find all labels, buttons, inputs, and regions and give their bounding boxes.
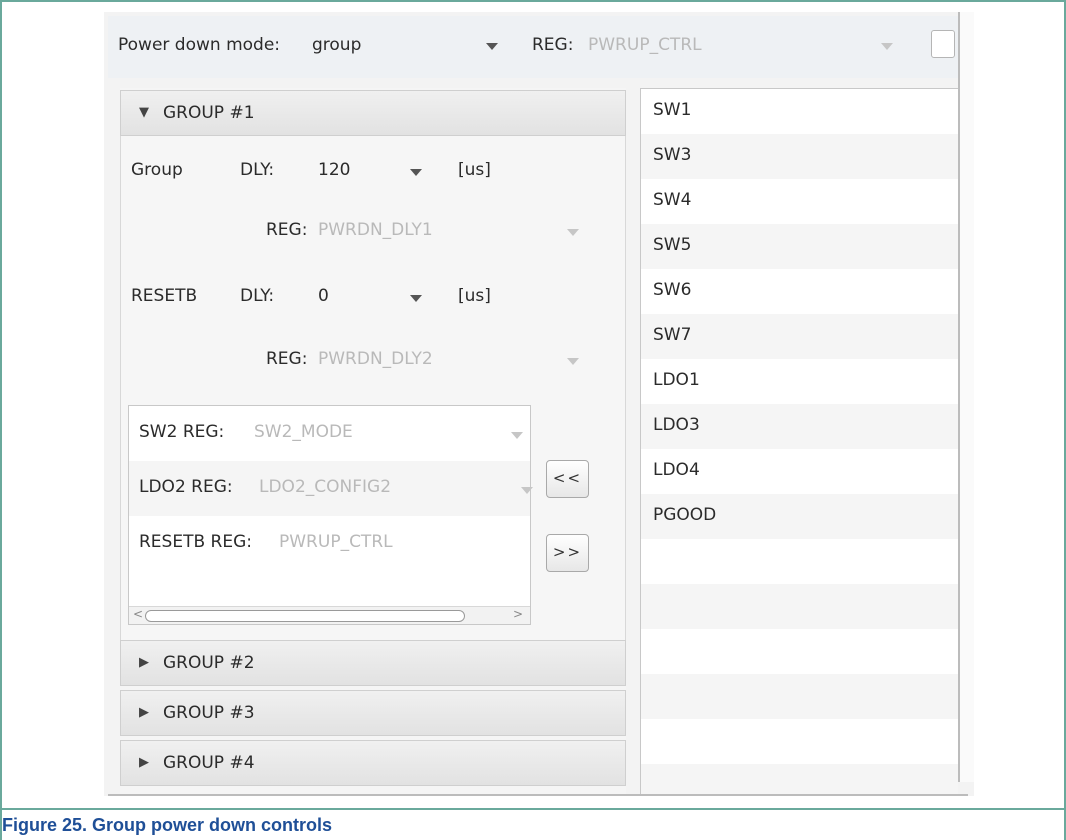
group-members-list: SW2 REG: SW2_MODE LDO2 REG: LDO2_CONFIG2… xyxy=(128,405,533,625)
chevron-down-icon[interactable] xyxy=(486,43,498,50)
reg-label: REG: xyxy=(532,35,574,55)
group-reg-select[interactable]: PWRDN_DLY1 xyxy=(318,220,433,240)
resetb-dly-label: DLY: xyxy=(240,286,275,306)
member-reg-select[interactable]: SW2_MODE xyxy=(254,422,353,442)
list-item[interactable]: RESETB REG: PWRUP_CTRL xyxy=(129,516,530,571)
list-item[interactable]: LDO2 REG: LDO2_CONFIG2 xyxy=(129,461,533,516)
group-4-header[interactable]: ▶ GROUP #4 xyxy=(120,740,626,786)
scroll-left-icon[interactable]: < xyxy=(133,607,143,621)
list-item[interactable]: SW1 xyxy=(641,89,958,134)
list-item[interactable]: LDO4 xyxy=(641,449,958,494)
list-item[interactable]: LDO3 xyxy=(641,404,958,449)
chevron-down-icon[interactable] xyxy=(511,432,523,439)
reg-select[interactable]: PWRUP_CTRL xyxy=(588,35,702,55)
group-reg-label: REG: xyxy=(266,220,308,240)
member-reg-select[interactable]: PWRUP_CTRL xyxy=(279,532,393,552)
group-3-header[interactable]: ▶ GROUP #3 xyxy=(120,690,626,736)
chevron-down-icon[interactable] xyxy=(521,487,533,494)
figure-caption: Figure 25. Group power down controls xyxy=(0,808,1066,840)
move-right-button[interactable]: >> xyxy=(546,534,589,572)
list-item[interactable]: SW5 xyxy=(641,224,958,269)
list-item[interactable]: PGOOD xyxy=(641,494,958,539)
chevron-down-icon[interactable] xyxy=(410,295,422,302)
list-item[interactable]: SW3 xyxy=(641,134,958,179)
scrollbar-thumb[interactable] xyxy=(145,610,465,622)
group-dly-select[interactable]: 120 xyxy=(318,160,350,180)
list-item-empty xyxy=(641,674,958,719)
resetb-reg-select[interactable]: PWRDN_DLY2 xyxy=(318,349,433,369)
chevron-down-icon[interactable] xyxy=(567,358,579,365)
group-dly-unit: [us] xyxy=(458,160,491,180)
power-down-mode-select[interactable]: group xyxy=(312,35,361,55)
list-item-empty xyxy=(641,629,958,674)
power-down-mode-label: Power down mode: xyxy=(118,35,281,55)
member-reg-select[interactable]: LDO2_CONFIG2 xyxy=(259,477,391,497)
toolbar: Power down mode: group REG: PWRUP_CTRL xyxy=(108,16,958,78)
triangle-right-icon: ▶ xyxy=(139,655,149,670)
list-item-empty xyxy=(641,539,958,584)
horizontal-scrollbar[interactable]: < > xyxy=(129,606,530,624)
list-item[interactable]: SW7 xyxy=(641,314,958,359)
resetb-label: RESETB xyxy=(131,286,198,306)
list-item[interactable]: SW4 xyxy=(641,179,958,224)
list-item-empty xyxy=(641,764,958,794)
available-outputs-list: SW1 SW3 SW4 SW5 SW6 SW7 LDO1 LDO3 LDO4 P… xyxy=(640,88,958,794)
group-label: Group xyxy=(131,160,183,180)
window-bottom-edge xyxy=(108,794,968,796)
group-dly-label: DLY: xyxy=(240,160,275,180)
list-item[interactable]: SW2 REG: SW2_MODE xyxy=(129,406,530,461)
toolbar-checkbox[interactable] xyxy=(931,30,955,58)
move-left-button[interactable]: << xyxy=(546,460,589,498)
scroll-right-icon[interactable]: > xyxy=(513,607,523,621)
chevron-down-icon[interactable] xyxy=(567,229,579,236)
chevron-down-icon[interactable] xyxy=(410,169,422,176)
window-right-edge xyxy=(958,12,974,782)
resetb-dly-unit: [us] xyxy=(458,286,491,306)
list-item-empty xyxy=(641,719,958,764)
group-2-header[interactable]: ▶ GROUP #2 xyxy=(120,640,626,686)
resetb-reg-label: REG: xyxy=(266,349,308,369)
triangle-down-icon: ▼ xyxy=(139,105,149,120)
triangle-right-icon: ▶ xyxy=(139,705,149,720)
chevron-down-icon[interactable] xyxy=(881,43,893,50)
resetb-dly-select[interactable]: 0 xyxy=(318,286,329,306)
list-item-empty xyxy=(641,584,958,629)
group-1-header[interactable]: ▼ GROUP #1 xyxy=(120,90,626,136)
triangle-right-icon: ▶ xyxy=(139,755,149,770)
list-item[interactable]: LDO1 xyxy=(641,359,958,404)
list-item[interactable]: SW6 xyxy=(641,269,958,314)
